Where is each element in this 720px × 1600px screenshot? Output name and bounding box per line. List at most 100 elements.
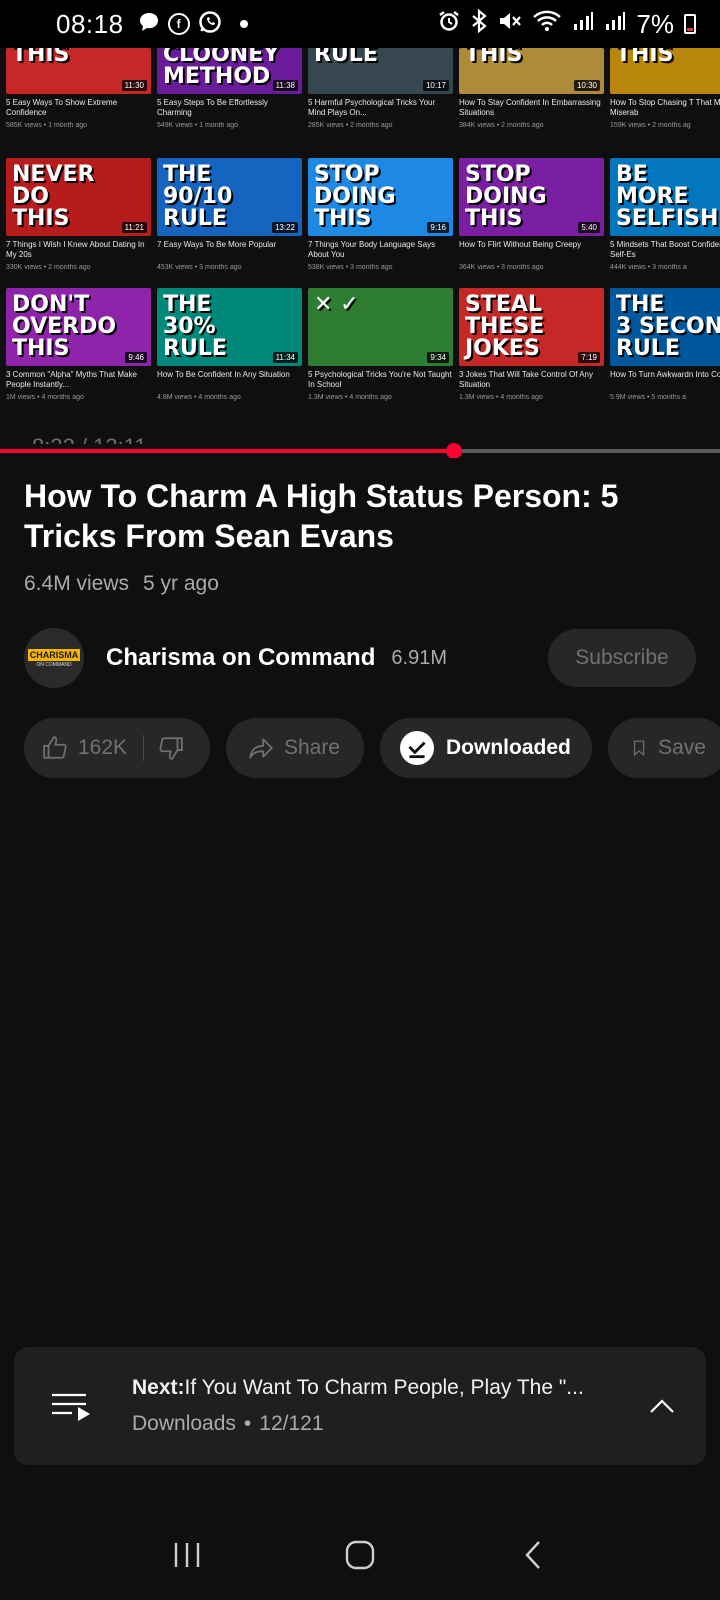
divider (143, 735, 145, 761)
playlist-name: Downloads (132, 1412, 236, 1435)
end-screen-video-card[interactable]: STOP DOING THIS 5:40 How To Flirt Without … (459, 158, 604, 288)
bluetooth-icon (470, 8, 488, 39)
next-up-text: Next:If You Want To Charm People, Play T… (132, 1376, 642, 1436)
video-card-meta: 384K views • 2 months ago (459, 122, 544, 129)
video-card-meta: 1.3M views • 4 months ago (459, 394, 543, 401)
expand-playlist-button[interactable] (642, 1386, 682, 1426)
battery-icon (684, 14, 696, 34)
video-card-title: How To Turn Awkwardn Into Confidence (610, 370, 720, 379)
thumbnail-text: THIS (12, 48, 70, 67)
duration-badge: 10:17 (422, 80, 449, 91)
end-screen-video-card[interactable]: STEAL THESE JOKES 7:19 3 Jokes That Will T… (459, 288, 604, 418)
next-prefix: Next: (132, 1376, 185, 1399)
end-screen-video-card[interactable]: NEVER DO THIS 11:21 7 Things I Wish I Knew… (6, 158, 151, 288)
video-card-meta: 159K views • 2 months ag (610, 122, 691, 129)
progress-bar[interactable] (0, 443, 720, 459)
video-card-title: How To Stop Chasing T That Make You Mise… (610, 98, 720, 117)
channel-row: CHARISMA ON COMMAND Charisma on Command … (24, 628, 696, 688)
duration-badge: 9:46 (125, 352, 147, 363)
next-up-line: Next:If You Want To Charm People, Play T… (132, 1376, 612, 1400)
video-player[interactable]: THIS 11:30 5 Easy Ways To Show Extreme Con… (0, 48, 720, 444)
video-card-title: 3 Jokes That Will Take Control Of Any Si… (459, 370, 593, 389)
video-card-title: 7 Easy Ways To Be More Popular (157, 240, 277, 249)
duration-badge: 7:19 (578, 352, 600, 363)
end-screen-video-card[interactable]: STOP DOING THIS 9:16 7 Things Your Body La… (308, 158, 453, 288)
thumbnail-text: STOP DOING THIS (465, 162, 547, 231)
time-overlay: 8:32 / 13:11 (32, 434, 147, 444)
video-thumbnail: CLOONEY METHOD 11:38 (157, 48, 302, 94)
thumbnail-text: STEAL THESE JOKES (465, 292, 545, 361)
video-card-meta: 585K views • 1 month ago (6, 122, 88, 129)
download-button[interactable]: Downloaded (380, 718, 592, 778)
progress-fill (0, 449, 454, 453)
share-icon (249, 738, 273, 759)
video-card-meta: 4.8M views • 4 months ago (157, 394, 241, 401)
end-screen-video-card[interactable]: DON'T OVERDO THIS 9:46 3 Common "Alpha" My… (6, 288, 151, 418)
notification-icons: f (138, 10, 248, 39)
end-screen-video-card[interactable]: THIS How To Stop Chasing T That Make You … (610, 48, 720, 158)
video-thumbnail: RULE 10:17 (308, 48, 453, 94)
next-video-title: If You Want To Charm People, Play The ".… (184, 1376, 584, 1399)
wifi-icon (532, 9, 562, 39)
thumbnail-text: NEVER DO THIS (12, 162, 95, 231)
save-label: Save (658, 736, 706, 759)
thumbnail-text: THIS (465, 48, 523, 67)
recent-apps-button[interactable] (157, 1525, 217, 1585)
separator: • (243, 1412, 252, 1435)
share-label: Share (284, 736, 341, 759)
video-card-title: 7 Things Your Body Language Says About Y… (308, 240, 436, 259)
video-card-title: 5 Psychological Tricks You're Not Taught… (308, 370, 452, 389)
end-screen-video-card[interactable]: RULE 10:17 5 Harmful Psychological Tricks … (308, 48, 453, 158)
home-icon (345, 1540, 375, 1570)
video-card-title: How To Stay Confident In Embarrassing Si… (459, 98, 601, 117)
thumbnail-text: THE 30% RULE (163, 292, 227, 361)
end-screen-video-card[interactable]: THE 3 SECOND RULE How To Turn Awkwardn In… (610, 288, 720, 418)
back-button[interactable] (503, 1525, 563, 1585)
next-up-bar[interactable]: Next:If You Want To Charm People, Play T… (14, 1347, 706, 1465)
end-screen-video-card[interactable]: BE MORE SELFISH 5 Mindsets That Boost Con… (610, 158, 720, 288)
dot-icon (239, 20, 248, 28)
duration-badge: 5:40 (578, 222, 600, 233)
video-thumbnail: STEAL THESE JOKES 7:19 (459, 288, 604, 366)
battery-percent: 7% (636, 8, 674, 39)
subscribe-button[interactable]: Subscribe (548, 629, 696, 687)
end-screen-video-card[interactable]: THIS 11:30 5 Easy Ways To Show Extreme Con… (6, 48, 151, 158)
view-count: 6.4M views (24, 572, 130, 595)
share-button[interactable]: Share (226, 718, 364, 778)
video-card-meta: 549K views • 1 month ago (157, 122, 239, 129)
channel-avatar[interactable]: CHARISMA ON COMMAND (24, 628, 84, 688)
duration-badge: 9:16 (427, 222, 449, 233)
video-card-title: 5 Harmful Psychological Tricks Your Mind… (308, 98, 436, 117)
video-title[interactable]: How To Charm A High Status Person: 5 Tri… (24, 476, 664, 556)
system-navigation-bar (0, 1510, 720, 1600)
save-button[interactable]: Save (608, 718, 720, 778)
video-card-meta: 453K views • 3 months ago (157, 264, 242, 271)
whatsapp-icon (198, 10, 222, 39)
video-card-meta: 285K views • 2 months ago (308, 122, 393, 129)
end-screen-video-card[interactable]: THE 30% RULE 11:34 How To Be Confident In … (157, 288, 302, 418)
video-thumbnail: STOP DOING THIS 9:16 (308, 158, 453, 236)
video-card-title: 3 Common "Alpha" Myths That Make People … (6, 370, 137, 389)
end-screen-video-card[interactable]: THIS 10:30 How To Stay Confident In Embarr… (459, 48, 604, 158)
video-thumbnail: NEVER DO THIS 11:21 (6, 158, 151, 236)
home-button[interactable] (330, 1525, 390, 1585)
progress-scrubber[interactable] (445, 443, 462, 459)
mute-icon (498, 10, 522, 38)
end-screen-video-card[interactable]: CLOONEY METHOD 11:38 5 Easy Steps To Be Ef… (157, 48, 302, 158)
dislike-button[interactable] (158, 735, 184, 761)
system-icons: 7% (438, 9, 696, 40)
end-screen-video-card[interactable]: ✕ ✓ 9:34 5 Psychological Tricks You're Not… (308, 288, 453, 418)
duration-badge: 13:22 (271, 222, 298, 233)
end-screen-video-card[interactable]: THE 90/10 RULE 13:22 7 Easy Ways To Be Mor… (157, 158, 302, 288)
video-card-title: 5 Mindsets That Boost Confidence and Sel… (610, 240, 720, 259)
recent-apps-icon (174, 1543, 199, 1567)
video-meta[interactable]: 6.4M views 5 yr ago (24, 572, 219, 596)
channel-name[interactable]: Charisma on Command (106, 644, 375, 672)
duration-badge: 11:30 (121, 80, 147, 91)
thumbnail-text: ✕ ✓ (314, 292, 359, 317)
duration-badge: 11:21 (121, 222, 147, 233)
thumbnail-text: THIS (616, 48, 674, 67)
thumbnail-text: STOP DOING THIS (314, 162, 396, 231)
like-button[interactable]: 162K (42, 735, 127, 761)
video-card-meta: 5.9M views • 5 months a (610, 394, 686, 401)
